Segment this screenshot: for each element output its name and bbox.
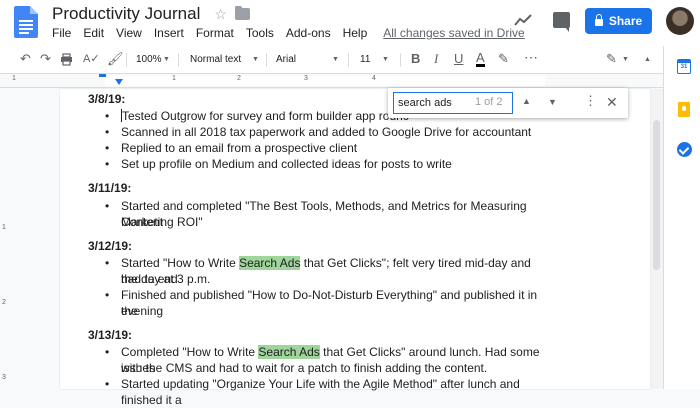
docs-logo-icon[interactable] [14,6,38,38]
list-item: Replied to an email from a prospective c… [121,141,358,155]
list-item-continuation: Marketing ROI" [121,215,203,229]
highlight-color-icon[interactable]: ✎ [498,52,509,66]
first-line-indent-marker[interactable] [99,74,106,77]
zoom-select[interactable]: 100% [136,54,162,65]
app-header: Productivity Journal ☆ File Edit View In… [0,0,700,46]
entry-date: 3/13/19: [88,328,133,342]
menu-bar: File Edit View Insert Format Tools Add-o… [52,26,525,40]
find-panel: search ads 1 of 2 ▲ ▼ ⋮ ✕ [388,88,628,118]
bullet: • [105,345,110,359]
entry-date: 3/8/19: [88,92,126,106]
bullet: • [105,125,110,139]
find-more-options-icon[interactable]: ⋮ [584,94,597,107]
list-item: Started updating "Organize Your Life wit… [121,377,520,407]
menu-view[interactable]: View [116,26,142,40]
ruler-number: 1 [2,224,6,231]
font-size-dropdown-icon[interactable]: ▼ [382,56,389,63]
calendar-icon[interactable]: 31 [677,59,691,74]
side-panel [663,46,700,389]
close-icon[interactable]: ✕ [606,94,618,111]
ruler-number: 3 [304,75,308,82]
document-title[interactable]: Productivity Journal [52,4,200,24]
redo-icon[interactable]: ↷ [40,52,51,66]
entry-date: 3/12/19: [88,239,133,253]
lock-icon [594,13,603,26]
text-color-icon[interactable]: A [476,51,485,67]
zoom-dropdown-icon[interactable]: ▼ [163,56,170,63]
ruler-number: 3 [2,374,6,381]
menu-insert[interactable]: Insert [154,26,184,40]
next-match-icon[interactable]: ▼ [548,97,557,107]
ruler-number: 1 [12,75,16,82]
comment-icon[interactable] [553,12,570,32]
tasks-icon[interactable] [677,142,692,157]
bullet: • [105,256,110,270]
save-status-link[interactable]: All changes saved in Drive [383,26,524,40]
undo-icon[interactable]: ↶ [20,52,31,66]
list-item-continuation: evening [121,304,164,318]
bullet: • [105,141,110,155]
italic-icon[interactable]: I [434,52,438,66]
font-select[interactable]: Arial [276,54,296,65]
keep-icon[interactable] [678,102,690,117]
folder-icon[interactable] [234,6,250,20]
editing-mode-icon[interactable]: ✎ [606,52,617,66]
bullet: • [105,157,110,171]
entry-date: 3/11/19: [88,181,132,195]
font-size-select[interactable]: 11 [360,54,370,65]
print-icon[interactable] [60,53,73,66]
bullet: • [105,199,110,213]
previous-match-icon[interactable]: ▲ [522,96,531,106]
search-match-highlight: Search Ads [258,345,320,359]
avatar[interactable] [666,7,694,35]
list-item-continuation: with the CMS and had to wait for a patch… [121,361,488,375]
bullet: • [105,377,110,391]
share-label: Share [608,14,643,28]
style-select[interactable]: Normal text [190,54,241,65]
bold-icon[interactable]: B [411,52,420,66]
more-options-icon[interactable]: ⋯ [524,50,538,64]
ruler-number: 2 [2,299,6,306]
editing-mode-dropdown-icon[interactable]: ▼ [622,56,629,63]
activity-trend-icon[interactable] [514,13,532,27]
menu-format[interactable]: Format [196,26,234,40]
style-dropdown-icon[interactable]: ▼ [252,56,259,63]
search-match-highlight: Search Ads [239,256,301,270]
ruler-number: 2 [237,75,241,82]
find-match-count: 1 of 2 [475,96,503,108]
hide-menus-icon[interactable]: ▲ [644,56,651,63]
menu-file[interactable]: File [52,26,71,40]
underline-icon[interactable]: U [454,52,463,66]
scrollbar-thumb[interactable] [653,120,660,270]
paint-format-icon[interactable]: 🖌 [107,52,124,66]
menu-help[interactable]: Help [343,26,368,40]
vertical-ruler: 1 2 3 [0,89,10,389]
left-indent-marker[interactable] [115,79,123,85]
ruler-number: 4 [372,75,376,82]
menu-tools[interactable]: Tools [246,26,274,40]
list-item: Scanned in all 2018 tax paperwork and ad… [121,125,532,139]
menu-edit[interactable]: Edit [83,26,104,40]
list-item: Set up profile on Medium and collected i… [121,157,452,171]
list-item-continuation: the day at 3 p.m. [121,272,211,286]
menu-add-ons[interactable]: Add-ons [286,26,331,40]
bullet: • [105,288,110,302]
share-button[interactable]: Share [585,8,652,34]
spellcheck-icon[interactable]: A✓ [83,52,100,66]
formatting-toolbar: ↶ ↷ A✓ 🖌 100% ▼ Normal text ▼ Arial ▼ 11… [0,46,663,74]
font-dropdown-icon[interactable]: ▼ [332,56,339,63]
horizontal-ruler[interactable]: 1 1 2 3 4 [0,74,663,88]
ruler-number: 1 [172,75,176,82]
bullet: • [105,109,110,123]
star-icon[interactable]: ☆ [214,6,227,23]
